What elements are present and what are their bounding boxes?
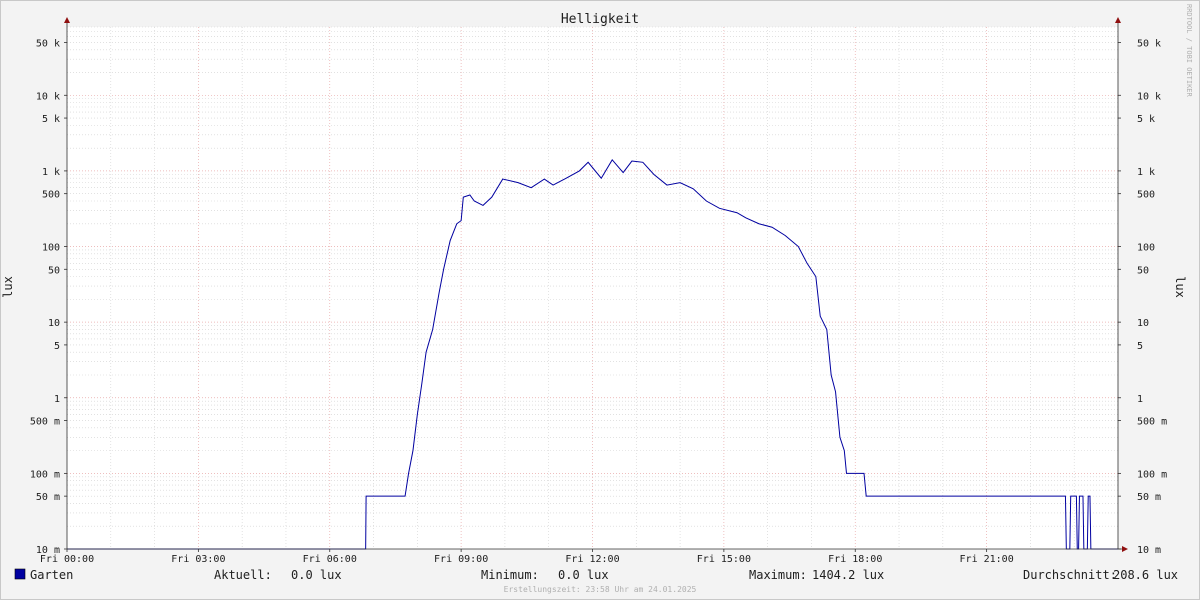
plot-area: 10 m 50 m 100 m 500 m 1 5 10 50 100 500 1 k 5 k 10 k… bbox=[30, 17, 1167, 565]
y-tick-label-right: 50 k bbox=[1137, 38, 1161, 49]
stat-current-value: 0.0 lux bbox=[291, 568, 342, 582]
stat-minimum-value: 0.0 lux bbox=[558, 568, 609, 582]
y-tick-label-left: 100 bbox=[42, 243, 60, 254]
footer-timestamp: Erstellungszeit: 23:58 Uhr am 24.01.2025 bbox=[504, 585, 697, 594]
stat-average-value: 208.6 lux bbox=[1113, 568, 1178, 582]
x-tick-label: Fri 18:00 bbox=[828, 554, 882, 565]
y-tick-label-right: 10 m bbox=[1137, 545, 1161, 556]
y-tick-label-right: 10 bbox=[1137, 318, 1149, 329]
stat-maximum-label: Maximum: bbox=[749, 568, 807, 582]
x-tick-label: Fri 09:00 bbox=[434, 554, 488, 565]
stat-maximum-value: 1404.2 lux bbox=[812, 568, 884, 582]
y-tick-label-left: 10 k bbox=[36, 91, 60, 102]
y-tick-label-left: 500 m bbox=[30, 417, 60, 428]
y-tick-label-right: 10 k bbox=[1137, 91, 1161, 102]
stat-current-label: Aktuell: bbox=[214, 568, 272, 582]
chart-canvas: Helligkeit RRDTOOL / TOBI OETIKER lux lu… bbox=[0, 0, 1200, 600]
y-tick-label-left: 10 bbox=[48, 318, 60, 329]
y-tick-label-left: 50 k bbox=[36, 38, 60, 49]
watermark: RRDTOOL / TOBI OETIKER bbox=[1185, 4, 1193, 98]
y-tick-label-left: 500 bbox=[42, 190, 60, 201]
y-tick-label-right: 5 k bbox=[1137, 114, 1155, 125]
y-axis-label-right: lux bbox=[1173, 276, 1187, 298]
y-tick-label-right: 1 bbox=[1137, 394, 1143, 405]
legend-swatch bbox=[14, 568, 26, 580]
y-tick-label-right: 100 bbox=[1137, 243, 1155, 254]
x-tick-label: Fri 15:00 bbox=[697, 554, 751, 565]
y-tick-label-left: 1 bbox=[54, 394, 60, 405]
y-tick-label-left: 100 m bbox=[30, 469, 60, 480]
y-tick-label-right: 500 m bbox=[1137, 417, 1167, 428]
chart-title: Helligkeit bbox=[561, 12, 639, 27]
x-tick-label: Fri 21:00 bbox=[960, 554, 1014, 565]
x-tick-label: Fri 12:00 bbox=[565, 554, 619, 565]
x-tick-label: Fri 00:00 bbox=[40, 554, 94, 565]
y-tick-label-left: 5 k bbox=[42, 114, 60, 125]
y-tick-label-right: 5 bbox=[1137, 341, 1143, 352]
legend-series-name: Garten bbox=[30, 568, 73, 582]
x-tick-label: Fri 06:00 bbox=[303, 554, 357, 565]
y-tick-label-right: 100 m bbox=[1137, 469, 1167, 480]
y-tick-label-left: 50 bbox=[48, 265, 60, 276]
y-tick-label-left: 50 m bbox=[36, 492, 60, 503]
stat-average-label: Durchschnitt: bbox=[1023, 568, 1117, 582]
y-tick-label-right: 50 m bbox=[1137, 492, 1161, 503]
y-axis-label-left: lux bbox=[1, 276, 15, 298]
y-tick-label-left: 5 bbox=[54, 341, 60, 352]
y-tick-label-left: 1 k bbox=[42, 167, 60, 178]
y-tick-label-right: 500 bbox=[1137, 190, 1155, 201]
y-tick-label-right: 50 bbox=[1137, 265, 1149, 276]
stat-minimum-label: Minimum: bbox=[481, 568, 539, 582]
x-tick-label: Fri 03:00 bbox=[171, 554, 225, 565]
y-tick-label-right: 1 k bbox=[1137, 167, 1155, 178]
